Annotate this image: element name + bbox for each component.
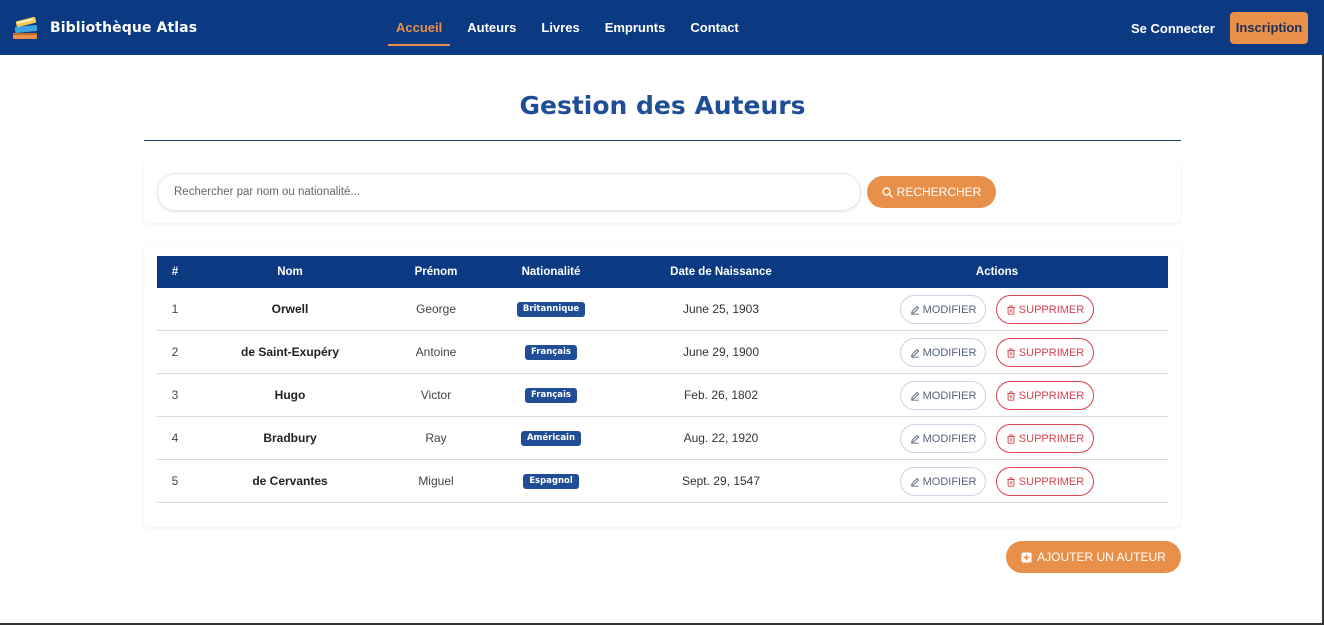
pencil-icon [910, 391, 919, 401]
books-icon [13, 16, 38, 39]
pencil-icon [910, 348, 919, 358]
cell-date: June 25, 1903 [682, 302, 760, 316]
cell-prenom: Antoine [415, 345, 457, 359]
trash-icon [1007, 304, 1015, 315]
cell-nom: de Cervantes [252, 474, 328, 488]
cell-num: 1 [171, 302, 179, 316]
pencil-icon [910, 477, 919, 487]
cell-nationalite: Britannique [500, 288, 602, 331]
main-nav: Accueil Auteurs Livres Emprunts Contact [388, 0, 756, 55]
edit-button-label: MODIFIER [922, 432, 977, 445]
nationality-badge: Français [525, 388, 577, 404]
search-card: RECHERCHER [144, 161, 1181, 223]
nav-link-contact[interactable]: Contact [682, 0, 746, 55]
table-row: 2 de Saint-Exupéry Antoine Français June 29,… [157, 331, 1168, 374]
cell-date: Aug. 22, 1920 [683, 431, 759, 445]
signup-button[interactable]: Inscription [1230, 12, 1308, 44]
table-row: 1 Orwell George Britannique June 25, 1903 MOD… [157, 288, 1168, 331]
cell-num: 4 [171, 431, 179, 445]
trash-icon [1007, 433, 1015, 444]
delete-button[interactable]: SUPPRIMER [996, 295, 1094, 324]
cell-nationalite: Espagnol [500, 460, 602, 503]
cell-num: 5 [171, 474, 179, 488]
title-divider [144, 140, 1181, 141]
table-row: 5 de Cervantes Miguel Espagnol Sept. 29, 154… [157, 460, 1168, 503]
delete-button[interactable]: SUPPRIMER [996, 424, 1094, 453]
header-num: # [171, 266, 179, 278]
cell-prenom: Miguel [418, 474, 454, 488]
delete-button-label: SUPPRIMER [1018, 303, 1085, 316]
delete-button-label: SUPPRIMER [1018, 389, 1085, 402]
cell-prenom: George [415, 302, 457, 316]
login-link[interactable]: Se Connecter [1131, 0, 1215, 55]
authors-table-card: # Nom Prénom Nationalité Date de Naissan… [144, 244, 1181, 527]
cell-nationalite: Français [500, 374, 602, 417]
edit-button[interactable]: MODIFIER [900, 338, 986, 367]
table-body: 1 Orwell George Britannique June 25, 1903 MOD… [157, 288, 1168, 503]
header-prenom: Prénom [414, 266, 458, 278]
table-row: 3 Hugo Victor Français Feb. 26, 1802 MODIFIER… [157, 374, 1168, 417]
trash-icon [1007, 476, 1015, 487]
cell-nom: de Saint-Exupéry [240, 345, 340, 359]
search-button[interactable]: RECHERCHER [867, 176, 996, 208]
cell-nationalite: Français [500, 331, 602, 374]
brand[interactable]: Bibliothèque Atlas [10, 12, 197, 44]
nationality-badge: Américain [520, 431, 582, 447]
add-author-button[interactable]: AJOUTER UN AUTEUR [1006, 541, 1181, 573]
nav-link-accueil[interactable]: Accueil [388, 0, 451, 55]
delete-button[interactable]: SUPPRIMER [996, 467, 1094, 496]
cell-num: 3 [171, 388, 179, 402]
edit-button[interactable]: MODIFIER [900, 381, 986, 410]
trash-icon [1007, 390, 1015, 401]
nav-link-livres[interactable]: Livres [533, 0, 587, 55]
cell-prenom: Ray [425, 431, 447, 445]
header-nationalite: Nationalité [521, 266, 581, 278]
edit-button-label: MODIFIER [922, 303, 977, 316]
edit-button[interactable]: MODIFIER [900, 295, 986, 324]
edit-button-label: MODIFIER [922, 475, 977, 488]
edit-button-label: MODIFIER [922, 389, 977, 402]
cell-date: June 29, 1900 [682, 345, 760, 359]
pencil-icon [910, 434, 919, 444]
header-date: Date de Naissance [670, 266, 772, 278]
nationality-badge: Espagnol [523, 474, 579, 490]
delete-button-label: SUPPRIMER [1018, 432, 1085, 445]
plus-square-icon [1021, 551, 1032, 563]
search-input[interactable] [157, 173, 861, 211]
header-nom: Nom [277, 266, 303, 278]
delete-button-label: SUPPRIMER [1018, 346, 1085, 359]
nationality-badge: Britannique [516, 302, 586, 318]
edit-button[interactable]: MODIFIER [900, 467, 986, 496]
cell-num: 2 [171, 345, 179, 359]
edit-button[interactable]: MODIFIER [900, 424, 986, 453]
delete-button[interactable]: SUPPRIMER [996, 381, 1094, 410]
cell-nom: Orwell [271, 302, 309, 316]
trash-icon [1007, 347, 1015, 358]
edit-button-label: MODIFIER [922, 346, 977, 359]
delete-button[interactable]: SUPPRIMER [996, 338, 1094, 367]
nationality-badge: Français [525, 345, 577, 361]
cell-date: Sept. 29, 1547 [681, 474, 761, 488]
header-actions: Actions [975, 266, 1019, 278]
nav-link-auteurs[interactable]: Auteurs [459, 0, 524, 55]
pencil-icon [910, 305, 919, 315]
add-author-label: AJOUTER UN AUTEUR [1037, 550, 1166, 564]
cell-nationalite: Américain [500, 417, 602, 460]
nav-link-emprunts[interactable]: Emprunts [597, 0, 674, 55]
cell-nom: Hugo [274, 388, 306, 402]
table-row: 4 Bradbury Ray Américain Aug. 22, 1920 MODIFI… [157, 417, 1168, 460]
delete-button-label: SUPPRIMER [1018, 475, 1085, 488]
cell-prenom: Victor [420, 388, 452, 402]
brand-name: Bibliothèque Atlas [50, 20, 198, 36]
table-header: # Nom Prénom Nationalité Date de Naissan… [157, 256, 1168, 288]
cell-nom: Bradbury [263, 431, 317, 445]
search-icon [882, 186, 893, 198]
page-title: Gestion des Auteurs [519, 91, 806, 120]
search-button-label: RECHERCHER [896, 185, 982, 199]
navbar: Bibliothèque Atlas Accueil Auteurs Livre… [0, 0, 1324, 55]
cell-date: Feb. 26, 1802 [683, 388, 759, 402]
